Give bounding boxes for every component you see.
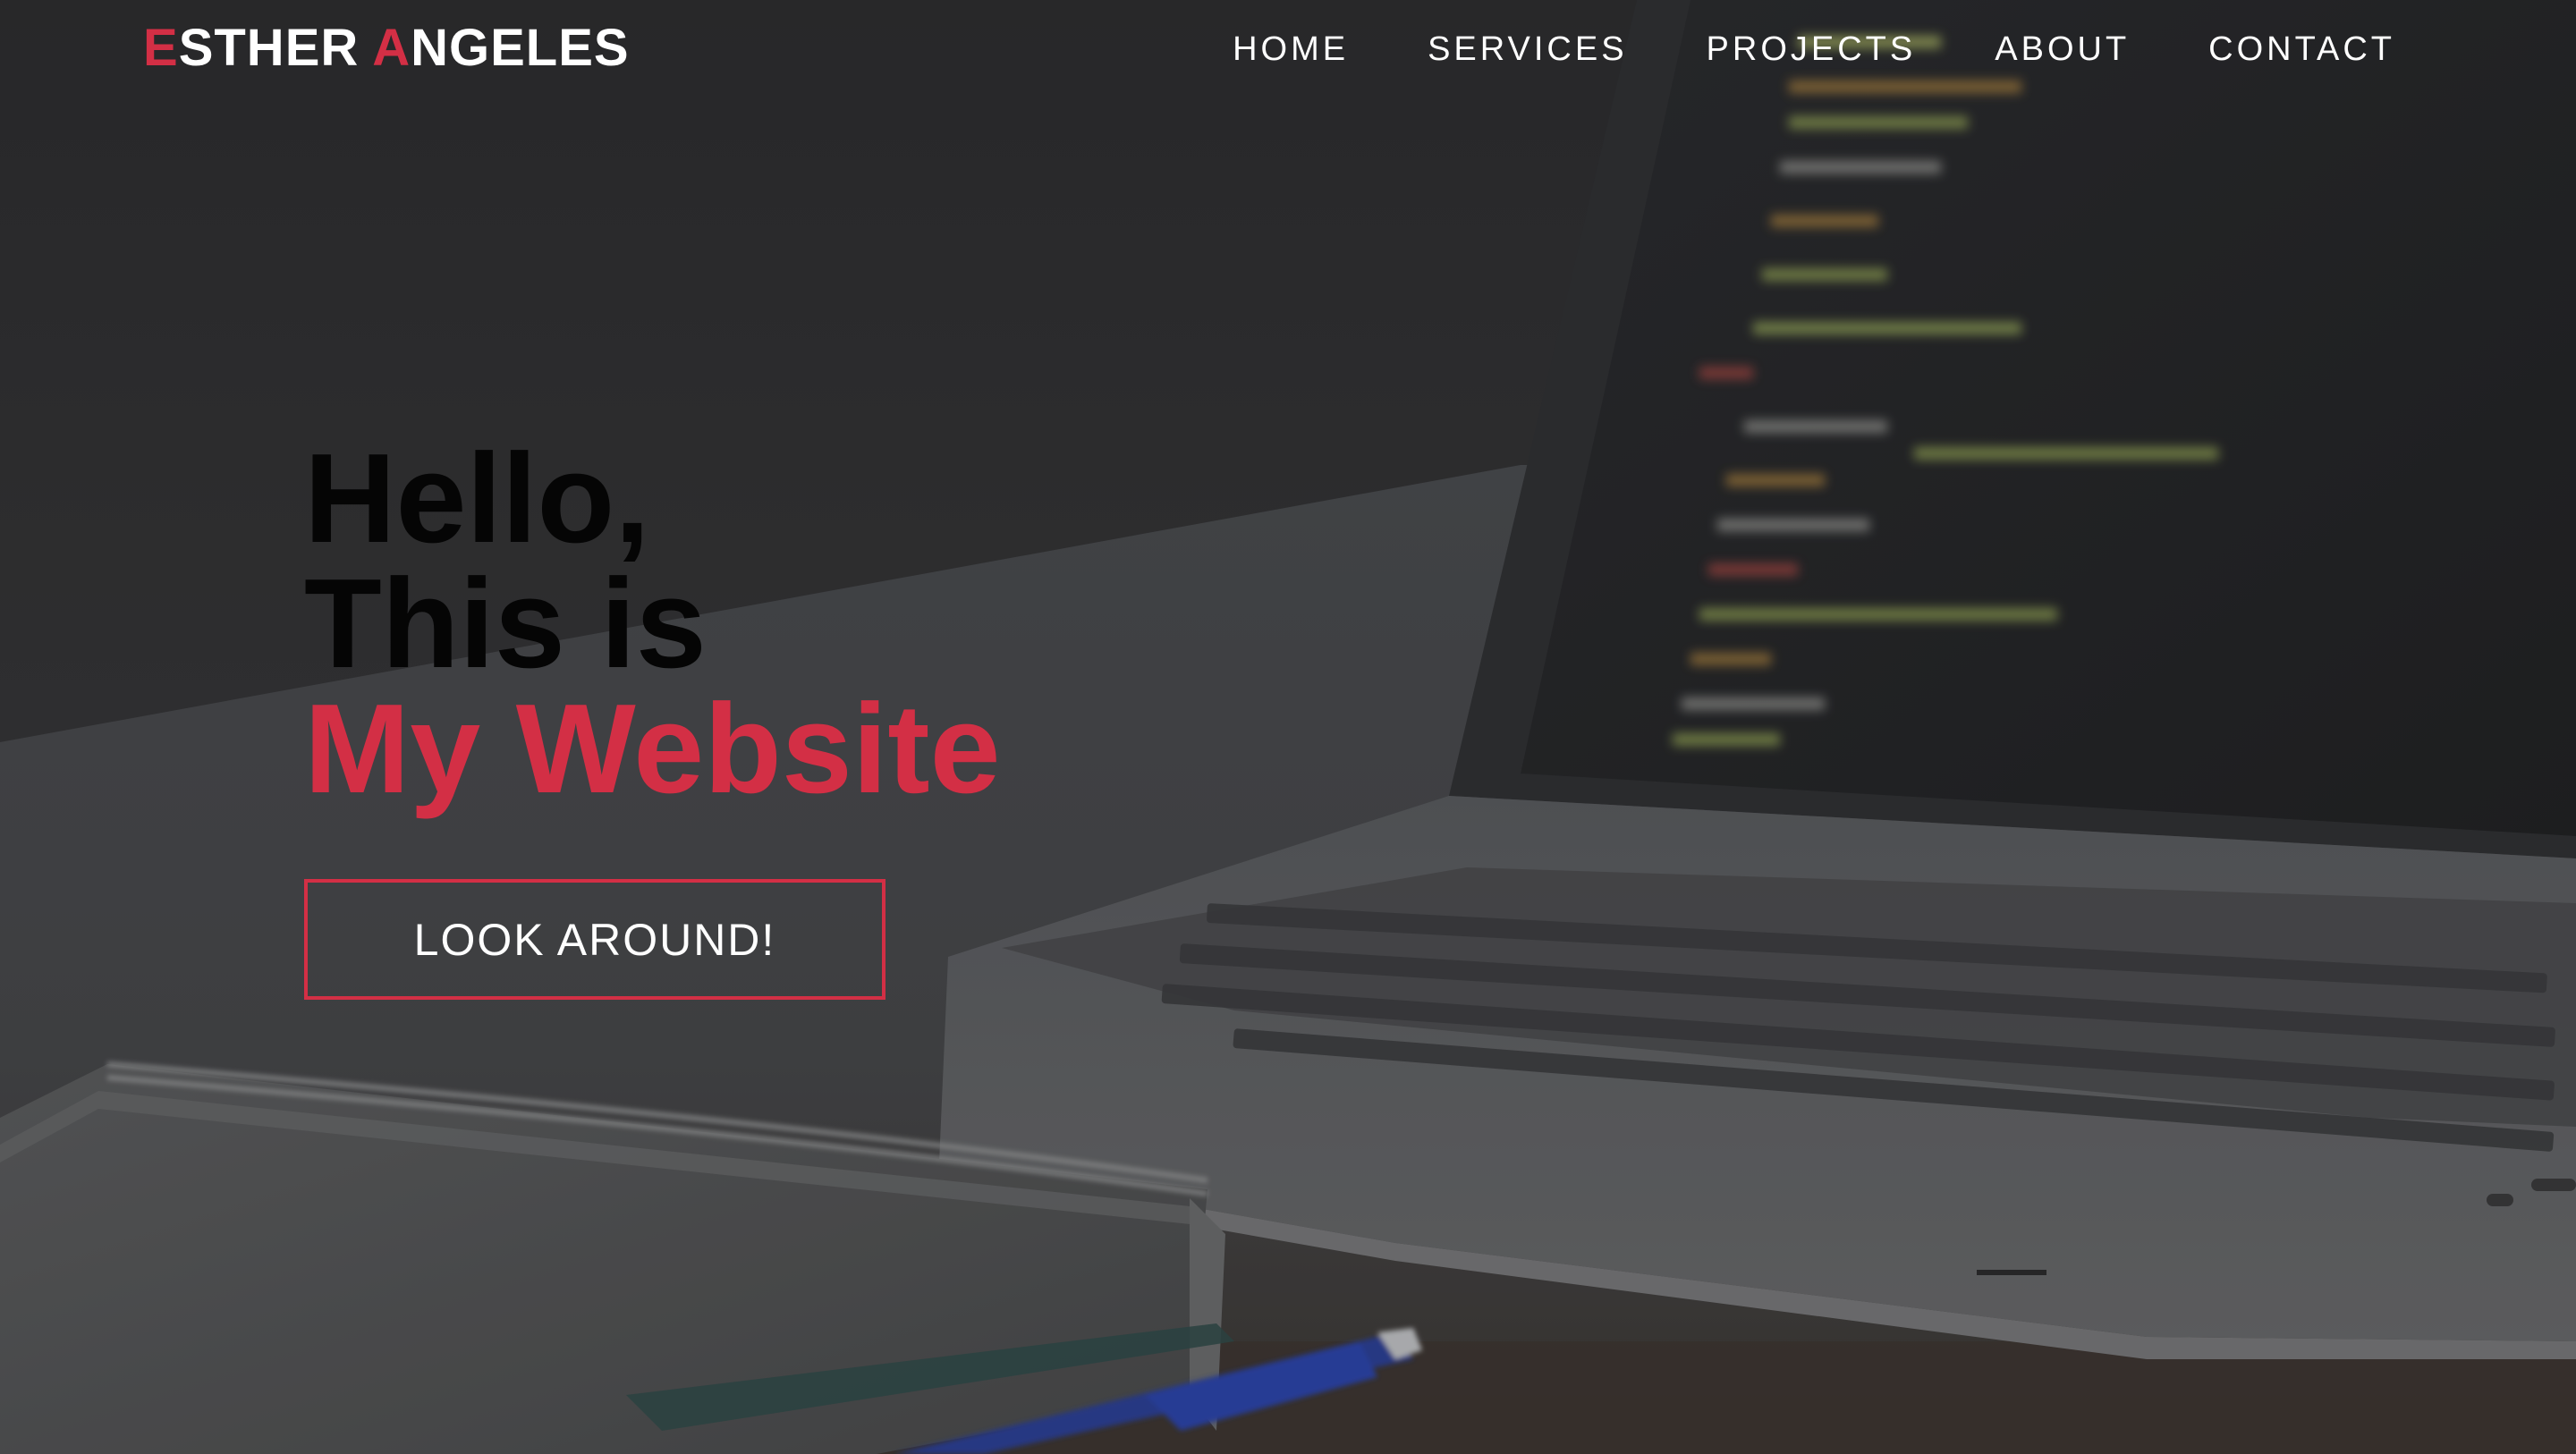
nav-links: HOME SERVICES PROJECTS ABOUT CONTACT — [1233, 30, 2395, 69]
logo-first-initial: E — [143, 19, 179, 77]
logo-first-rest: STHER — [178, 19, 373, 77]
hero-line-this-is: This is — [304, 553, 707, 695]
nav-link-projects[interactable]: PROJECTS — [1707, 30, 1917, 68]
hero-line-my-website: My Website — [304, 678, 1001, 820]
nav-link-about[interactable]: ABOUT — [1995, 30, 2130, 68]
site-logo[interactable]: ESTHER ANGELES — [143, 18, 630, 78]
navbar: ESTHER ANGELES HOME SERVICES PROJECTS AB… — [0, 0, 2576, 103]
logo-last-initial: A — [372, 19, 411, 77]
nav-link-home[interactable]: HOME — [1233, 30, 1349, 68]
hero-heading: Hello, This is My Website — [304, 427, 1001, 820]
nav-item-home: HOME — [1233, 30, 1349, 69]
nav-item-projects: PROJECTS — [1707, 30, 1917, 69]
nav-link-services[interactable]: SERVICES — [1428, 30, 1627, 68]
logo-last-rest: NGELES — [411, 19, 630, 77]
hero-line-hello: Hello, — [304, 427, 650, 570]
nav-item-services: SERVICES — [1428, 30, 1627, 69]
page: ESTHER ANGELES HOME SERVICES PROJECTS AB… — [0, 0, 2576, 1454]
look-around-button[interactable]: LOOK AROUND! — [304, 879, 886, 1000]
nav-item-about: ABOUT — [1995, 30, 2130, 69]
nav-item-contact: CONTACT — [2208, 30, 2395, 69]
nav-link-contact[interactable]: CONTACT — [2208, 30, 2395, 68]
